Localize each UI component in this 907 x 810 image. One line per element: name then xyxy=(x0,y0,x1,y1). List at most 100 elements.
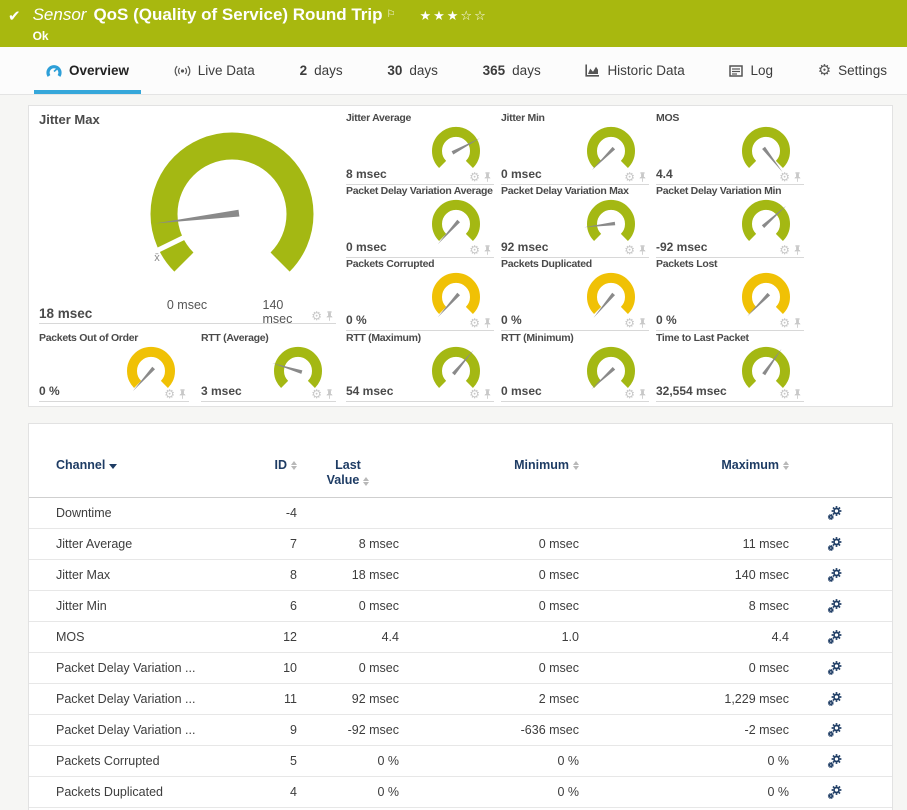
gauge-actions: ⚙ xyxy=(779,171,802,183)
pin-icon[interactable] xyxy=(638,172,647,183)
pin-icon[interactable] xyxy=(483,172,492,183)
gauge-icon xyxy=(46,64,62,77)
channel-id: 4 xyxy=(239,785,297,799)
gauge-settings-gear-icon[interactable]: ⚙ xyxy=(311,388,322,400)
gauge-jitter-max: Jitter Max x̄ 0 msec 140 msec 18 msec ⚙ xyxy=(39,112,336,324)
gauge-settings-gear-icon[interactable]: ⚙ xyxy=(624,317,635,329)
table-row-packets-duplicated-9: Packets Duplicated 4 0 % 0 % 0 % xyxy=(29,777,892,808)
column-header-last-value[interactable]: LastValue xyxy=(327,458,370,488)
gauge-settings-gear-icon[interactable]: ⚙ xyxy=(164,388,175,400)
channel-maximum: 0 msec xyxy=(579,661,789,675)
tab-log[interactable]: Log xyxy=(723,47,779,94)
flag-icon[interactable]: ⚐ xyxy=(387,9,396,20)
channel-name[interactable]: Jitter Max xyxy=(56,568,239,582)
gauge-value: 0 % xyxy=(656,313,677,327)
pin-icon[interactable] xyxy=(793,245,802,256)
gauge-settings-gear-icon[interactable]: ⚙ xyxy=(624,171,635,183)
tab-settings[interactable]: ⚙Settings xyxy=(812,47,893,94)
gauge-settings-gear-icon[interactable]: ⚙ xyxy=(779,171,790,183)
log-icon xyxy=(729,65,743,77)
channel-maximum: 1,229 msec xyxy=(579,692,789,706)
channel-settings-button[interactable] xyxy=(827,723,842,738)
pin-icon[interactable] xyxy=(793,389,802,400)
sensor-header: ✔ SensorQoS (Quality of Service) Round T… xyxy=(0,0,907,47)
tab-historic-data[interactable]: Historic Data xyxy=(579,47,690,94)
gauge-value: 92 msec xyxy=(501,240,548,254)
tab-label: Live Data xyxy=(198,63,255,78)
sort-toggle-icon[interactable] xyxy=(573,461,579,470)
channel-last-value: 4.4 xyxy=(297,630,399,644)
channel-name[interactable]: Packet Delay Variation ... xyxy=(56,692,239,706)
pin-icon[interactable] xyxy=(638,245,647,256)
channel-maximum: 4.4 xyxy=(579,630,789,644)
column-header-maximum[interactable]: Maximum xyxy=(721,458,789,472)
pin-icon[interactable] xyxy=(483,318,492,329)
tab-overview[interactable]: Overview xyxy=(40,47,135,94)
pin-icon[interactable] xyxy=(483,245,492,256)
channel-id: 5 xyxy=(239,754,297,768)
tab-30-days[interactable]: 30days xyxy=(381,47,444,94)
tab-365-days[interactable]: 365days xyxy=(477,47,547,94)
priority-stars[interactable]: ★★★☆☆ xyxy=(419,8,487,23)
pin-icon[interactable] xyxy=(325,389,334,400)
channel-name[interactable]: Packet Delay Variation ... xyxy=(56,723,239,737)
tab-label: Settings xyxy=(838,63,887,78)
channel-settings-button[interactable] xyxy=(827,506,842,521)
gauge-settings-gear-icon[interactable]: ⚙ xyxy=(469,317,480,329)
channel-settings-button[interactable] xyxy=(827,599,842,614)
gauge-settings-gear-icon[interactable]: ⚙ xyxy=(624,388,635,400)
channel-name[interactable]: Jitter Min xyxy=(56,599,239,613)
pin-icon[interactable] xyxy=(638,389,647,400)
channel-settings-button[interactable] xyxy=(827,661,842,676)
pin-icon[interactable] xyxy=(793,172,802,183)
gauge-settings-gear-icon[interactable]: ⚙ xyxy=(469,388,480,400)
gauge-settings-gear-icon[interactable]: ⚙ xyxy=(779,317,790,329)
gauge-actions: ⚙ xyxy=(311,310,334,322)
table-row-packets-corrupted-8: Packets Corrupted 5 0 % 0 % 0 % xyxy=(29,746,892,777)
channel-name[interactable]: Downtime xyxy=(56,506,239,520)
gauge-rtt-minimum: RTT (Minimum) 0 msec ⚙ xyxy=(501,332,649,402)
sort-toggle-icon[interactable] xyxy=(783,461,789,470)
pin-icon[interactable] xyxy=(638,318,647,329)
gauge-settings-gear-icon[interactable]: ⚙ xyxy=(779,388,790,400)
column-header-channel[interactable]: Channel xyxy=(56,458,239,472)
gauge-settings-gear-icon[interactable]: ⚙ xyxy=(469,171,480,183)
column-header-minimum[interactable]: Minimum xyxy=(514,458,579,472)
channel-maximum: 0 % xyxy=(579,754,789,768)
channel-settings-button[interactable] xyxy=(827,630,842,645)
pin-icon[interactable] xyxy=(325,311,334,322)
gauge-settings-gear-icon[interactable]: ⚙ xyxy=(779,244,790,256)
pin-icon[interactable] xyxy=(483,389,492,400)
channel-last-value: -92 msec xyxy=(297,723,399,737)
channel-settings-button[interactable] xyxy=(827,692,842,707)
pin-icon[interactable] xyxy=(793,318,802,329)
channel-minimum: -636 msec xyxy=(399,723,579,737)
gauge-actions: ⚙ xyxy=(624,171,647,183)
gauge-settings-gear-icon[interactable]: ⚙ xyxy=(469,244,480,256)
gauge-settings-gear-icon[interactable]: ⚙ xyxy=(624,244,635,256)
gauge-scale-max: 140 msec xyxy=(263,298,312,326)
sort-toggle-icon[interactable] xyxy=(363,477,369,486)
gauge-value: 0 % xyxy=(39,384,60,398)
tab-2-days[interactable]: 2days xyxy=(294,47,349,94)
gauge-settings-gear-icon[interactable]: ⚙ xyxy=(311,310,322,322)
channel-name[interactable]: Jitter Average xyxy=(56,537,239,551)
live-icon xyxy=(174,65,191,77)
channel-settings-button[interactable] xyxy=(827,568,842,583)
channel-settings-button[interactable] xyxy=(827,785,842,800)
column-header-id[interactable]: ID xyxy=(275,458,298,472)
tab-live-data[interactable]: Live Data xyxy=(168,47,261,94)
channel-name[interactable]: Packet Delay Variation ... xyxy=(56,661,239,675)
channel-name[interactable]: Packets Corrupted xyxy=(56,754,239,768)
channel-name[interactable]: MOS xyxy=(56,630,239,644)
tab-label: days xyxy=(409,63,438,78)
channel-settings-button[interactable] xyxy=(827,754,842,769)
channel-settings-button[interactable] xyxy=(827,537,842,552)
gauge-actions: ⚙ xyxy=(469,388,492,400)
tab-number: 2 xyxy=(300,63,308,78)
sort-toggle-icon[interactable] xyxy=(291,461,297,470)
channel-name[interactable]: Packets Duplicated xyxy=(56,785,239,799)
pin-icon[interactable] xyxy=(178,389,187,400)
gauge-packet-delay-variation-min: Packet Delay Variation Min -92 msec ⚙ xyxy=(656,185,804,258)
app-root: ✔ SensorQoS (Quality of Service) Round T… xyxy=(0,0,907,810)
